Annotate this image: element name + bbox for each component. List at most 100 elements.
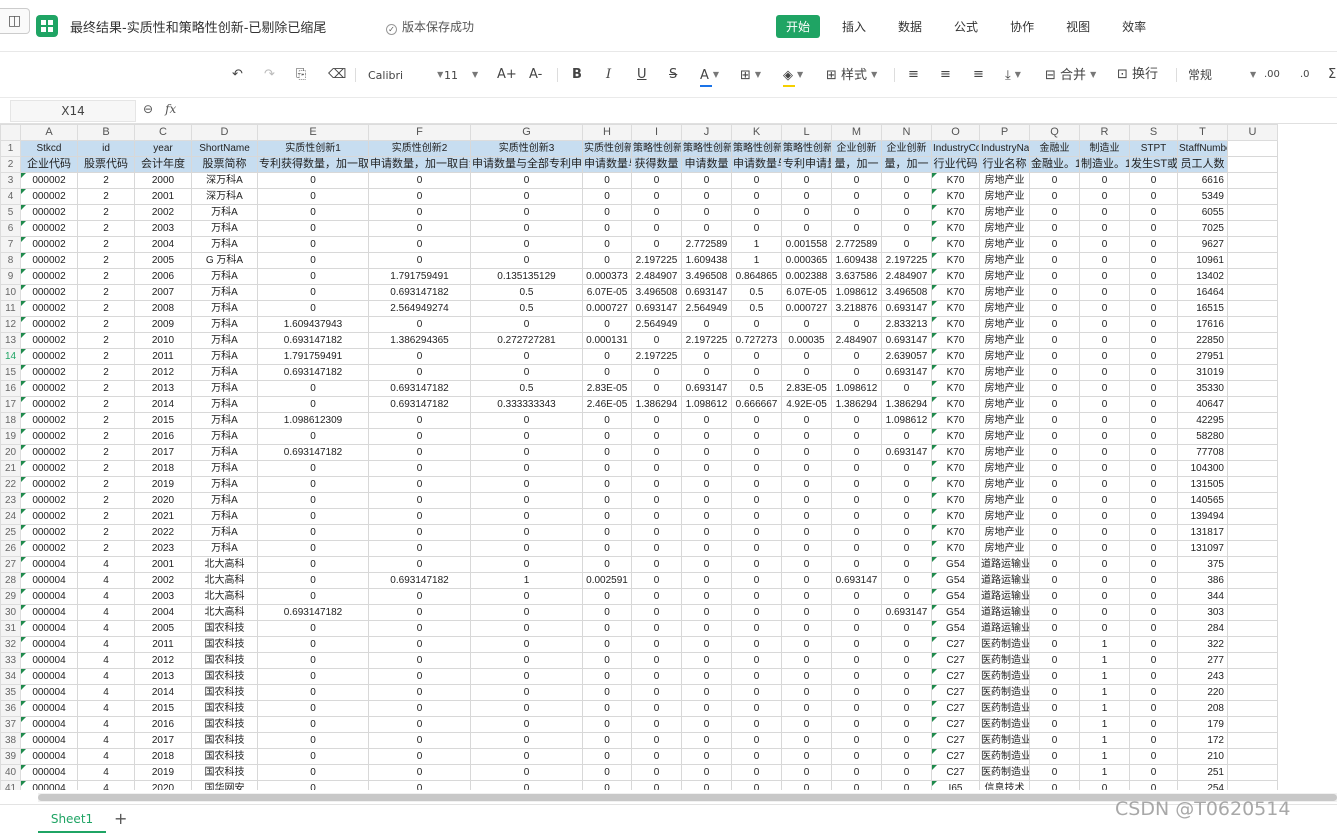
- empty-cell[interactable]: [1227, 268, 1278, 285]
- data-cell[interactable]: 000004: [20, 748, 78, 765]
- header-cell[interactable]: 制造业: [1079, 140, 1130, 157]
- data-cell[interactable]: 0: [681, 636, 732, 653]
- data-cell[interactable]: 0: [681, 716, 732, 733]
- data-cell[interactable]: K70: [931, 188, 980, 205]
- data-cell[interactable]: 0: [257, 428, 369, 445]
- data-cell[interactable]: 0: [631, 716, 682, 733]
- data-cell[interactable]: 000002: [20, 220, 78, 237]
- data-cell[interactable]: 0: [1029, 540, 1080, 557]
- menu-item[interactable]: 插入: [832, 15, 876, 38]
- data-cell[interactable]: 0: [582, 540, 632, 557]
- data-cell[interactable]: 0: [470, 204, 583, 221]
- data-cell[interactable]: 140565: [1177, 492, 1228, 509]
- data-cell[interactable]: 0.000727: [781, 300, 832, 317]
- data-cell[interactable]: 2.564949: [631, 316, 682, 333]
- data-cell[interactable]: 2: [77, 332, 135, 349]
- data-cell[interactable]: 国农科技: [191, 748, 258, 765]
- data-cell[interactable]: 北大高科: [191, 588, 258, 605]
- row-header[interactable]: 7: [0, 236, 21, 253]
- data-cell[interactable]: 万科A: [191, 284, 258, 301]
- data-cell[interactable]: 0: [582, 780, 632, 790]
- data-cell[interactable]: 0: [631, 236, 682, 253]
- row-header[interactable]: 30: [0, 604, 21, 621]
- data-cell[interactable]: 000002: [20, 492, 78, 509]
- empty-cell[interactable]: [1227, 172, 1278, 189]
- data-cell[interactable]: 0: [470, 636, 583, 653]
- data-cell[interactable]: 0.693147: [881, 300, 932, 317]
- data-cell[interactable]: 万科A: [191, 236, 258, 253]
- data-cell[interactable]: 5349: [1177, 188, 1228, 205]
- data-cell[interactable]: 2: [77, 364, 135, 381]
- header-cell[interactable]: 策略性创新: [781, 140, 832, 157]
- data-cell[interactable]: 0: [1129, 268, 1178, 285]
- data-cell[interactable]: 0: [881, 540, 932, 557]
- data-cell[interactable]: 0: [470, 492, 583, 509]
- data-cell[interactable]: 1.609438: [831, 252, 882, 269]
- data-cell[interactable]: 0: [831, 508, 882, 525]
- data-cell[interactable]: 000004: [20, 588, 78, 605]
- header-cell[interactable]: 申请数量与: [731, 156, 782, 173]
- data-cell[interactable]: 0.000131: [582, 332, 632, 349]
- data-cell[interactable]: 0: [1129, 220, 1178, 237]
- data-cell[interactable]: 0.693147: [881, 444, 932, 461]
- data-cell[interactable]: 0: [1079, 172, 1130, 189]
- data-cell[interactable]: 0: [831, 524, 882, 541]
- data-cell[interactable]: 0: [631, 380, 682, 397]
- data-cell[interactable]: C27: [931, 764, 980, 781]
- data-cell[interactable]: 0: [368, 316, 471, 333]
- data-cell[interactable]: 0: [1129, 572, 1178, 589]
- data-cell[interactable]: 0: [582, 220, 632, 237]
- data-cell[interactable]: 0: [731, 780, 782, 790]
- font-color-button[interactable]: A ▼: [700, 67, 719, 87]
- data-cell[interactable]: 16515: [1177, 300, 1228, 317]
- data-cell[interactable]: 2: [77, 284, 135, 301]
- data-cell[interactable]: 2012: [134, 652, 192, 669]
- data-cell[interactable]: 2023: [134, 540, 192, 557]
- row-header[interactable]: 3: [0, 172, 21, 189]
- column-header[interactable]: O: [931, 124, 980, 141]
- data-cell[interactable]: 国农科技: [191, 716, 258, 733]
- data-cell[interactable]: 0: [368, 732, 471, 749]
- data-cell[interactable]: 万科A: [191, 476, 258, 493]
- data-cell[interactable]: 0: [831, 188, 882, 205]
- data-cell[interactable]: I65: [931, 780, 980, 790]
- data-cell[interactable]: 0: [731, 172, 782, 189]
- data-cell[interactable]: 万科A: [191, 460, 258, 477]
- data-cell[interactable]: 0: [1029, 652, 1080, 669]
- data-cell[interactable]: 0.727273: [731, 332, 782, 349]
- data-cell[interactable]: 0: [1029, 636, 1080, 653]
- data-cell[interactable]: 0.333333343: [470, 396, 583, 413]
- data-cell[interactable]: 2.83E-05: [582, 380, 632, 397]
- menu-item[interactable]: 数据: [888, 15, 932, 38]
- data-cell[interactable]: 000004: [20, 604, 78, 621]
- data-cell[interactable]: 0: [368, 220, 471, 237]
- data-cell[interactable]: 0: [1129, 668, 1178, 685]
- data-cell[interactable]: 000002: [20, 444, 78, 461]
- data-cell[interactable]: 0: [681, 204, 732, 221]
- data-cell[interactable]: 0: [1079, 460, 1130, 477]
- column-header[interactable]: N: [881, 124, 932, 141]
- data-cell[interactable]: 0.693147: [881, 332, 932, 349]
- data-cell[interactable]: 2.564949274: [368, 300, 471, 317]
- data-cell[interactable]: 0: [1129, 748, 1178, 765]
- data-cell[interactable]: K70: [931, 476, 980, 493]
- empty-cell[interactable]: [1227, 236, 1278, 253]
- header-cell[interactable]: 策略性创新: [631, 140, 682, 157]
- data-cell[interactable]: 0.5: [731, 300, 782, 317]
- data-cell[interactable]: 2004: [134, 236, 192, 253]
- data-cell[interactable]: 0: [1129, 780, 1178, 790]
- data-cell[interactable]: 0: [368, 236, 471, 253]
- data-cell[interactable]: 322: [1177, 636, 1228, 653]
- data-cell[interactable]: 万科A: [191, 332, 258, 349]
- data-cell[interactable]: 0: [731, 588, 782, 605]
- data-cell[interactable]: 0.002388: [781, 268, 832, 285]
- data-cell[interactable]: 0: [681, 652, 732, 669]
- data-cell[interactable]: 16464: [1177, 284, 1228, 301]
- data-cell[interactable]: 9627: [1177, 236, 1228, 253]
- data-cell[interactable]: 0: [368, 188, 471, 205]
- data-cell[interactable]: 0: [1029, 572, 1080, 589]
- header-cell[interactable]: 金融业。1: [1029, 156, 1080, 173]
- data-cell[interactable]: 0: [1029, 716, 1080, 733]
- data-cell[interactable]: 0: [368, 540, 471, 557]
- data-cell[interactable]: 0: [781, 460, 832, 477]
